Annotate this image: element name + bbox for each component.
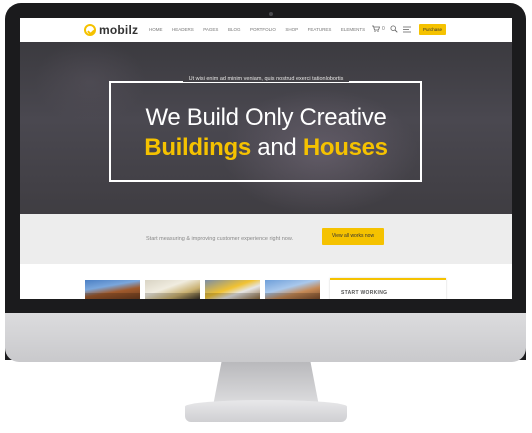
- menu-item-pages[interactable]: PAGES: [203, 27, 218, 32]
- cart-icon: [372, 25, 380, 32]
- screen: mobilz HOME HEADERS PAGES BLOG PORTFOLIO…: [20, 18, 512, 299]
- menu-item-home[interactable]: HOME: [149, 27, 163, 32]
- main-menu: HOME HEADERS PAGES BLOG PORTFOLIO SHOP F…: [149, 27, 375, 32]
- portfolio-thumbnail[interactable]: [85, 280, 140, 299]
- menu-item-elements[interactable]: ELEMENTS: [341, 27, 365, 32]
- hero-joiner: and: [257, 134, 297, 161]
- menu-item-headers[interactable]: HEADERS: [172, 27, 194, 32]
- cta-text: Start measuring & improving customer exp…: [146, 236, 294, 242]
- purchase-button[interactable]: Purchase: [419, 24, 446, 35]
- thumbnail-shade: [85, 293, 140, 299]
- view-all-works-button[interactable]: View all works now: [322, 228, 384, 245]
- hero-highlight-buildings: Buildings: [144, 134, 251, 161]
- portfolio-thumbnail[interactable]: [205, 280, 260, 299]
- menu-item-features[interactable]: FEATURES: [308, 27, 332, 32]
- hero-subtitle: Ut wisi enim ad minim veniam, quis nostr…: [20, 76, 512, 82]
- top-navbar: mobilz HOME HEADERS PAGES BLOG PORTFOLIO…: [20, 18, 512, 42]
- hero-subtitle-text: Ut wisi enim ad minim veniam, quis nostr…: [182, 76, 350, 82]
- portfolio-thumbnail[interactable]: [265, 280, 320, 299]
- menu-item-portfolio[interactable]: PORTFOLIO: [250, 27, 276, 32]
- thumbnail-shade: [265, 293, 320, 299]
- logo-icon: [84, 24, 96, 36]
- menu-lines-icon[interactable]: [403, 26, 411, 33]
- webcam: [269, 12, 273, 16]
- thumbnail-shade: [145, 293, 200, 299]
- logo-text: mobilz: [99, 23, 139, 37]
- search-icon[interactable]: [390, 25, 398, 33]
- start-working-title: START WORKING: [341, 290, 388, 296]
- portfolio-thumbnail[interactable]: [145, 280, 200, 299]
- menu-item-blog[interactable]: BLOG: [228, 27, 241, 32]
- cart-button[interactable]: 0: [372, 25, 385, 32]
- cart-count: 0: [382, 25, 385, 32]
- hero-heading-line-1: We Build Only Creative: [145, 104, 387, 131]
- start-working-card: START WORKING: [330, 278, 446, 299]
- hero-highlight-houses: Houses: [302, 134, 388, 161]
- cta-band: Start measuring & improving customer exp…: [20, 214, 512, 264]
- thumbnail-shade: [205, 293, 260, 299]
- monitor-chin: [5, 313, 526, 362]
- menu-item-shop[interactable]: SHOP: [285, 27, 298, 32]
- logo[interactable]: mobilz: [84, 23, 138, 37]
- content-section: START WORKING: [20, 264, 512, 299]
- monitor-stand-base: [185, 400, 347, 422]
- hero-heading-line-2: Buildings and Houses: [20, 134, 512, 162]
